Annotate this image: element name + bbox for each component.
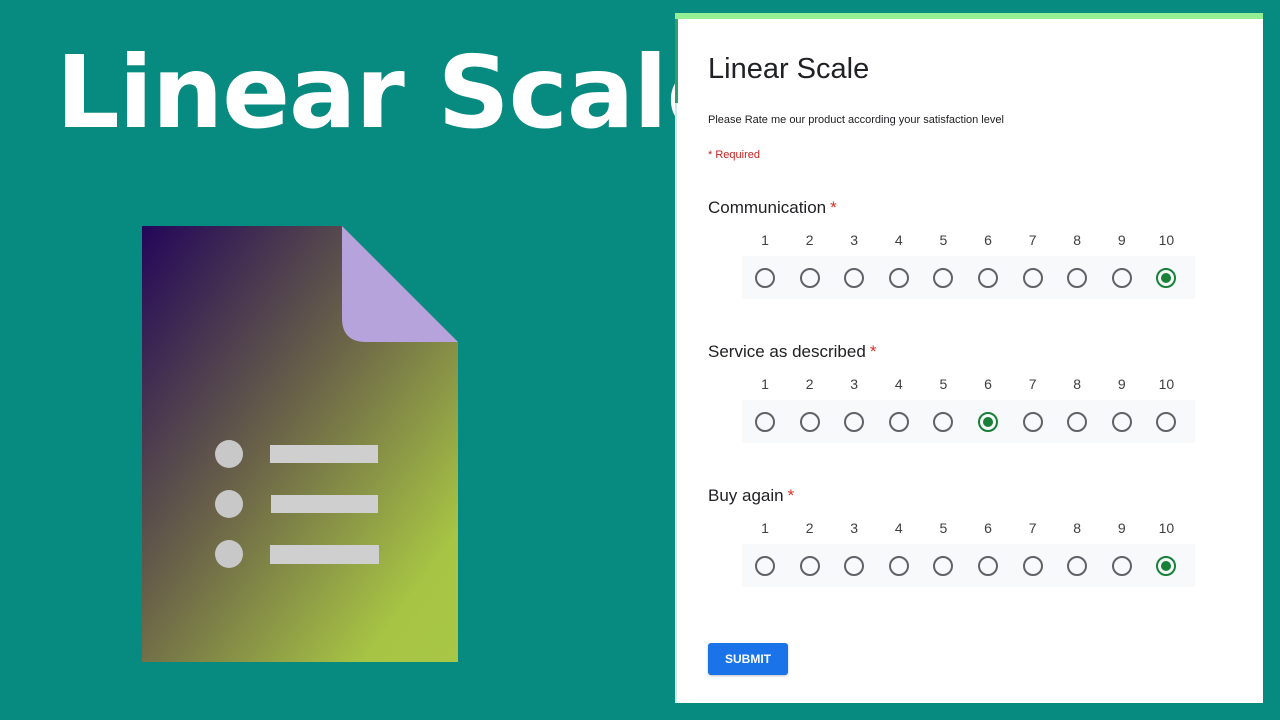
scale-label-3: 3 <box>850 376 859 392</box>
header-focus-bar <box>675 19 678 103</box>
scale-label-4: 4 <box>894 520 903 536</box>
scale-label-6: 6 <box>984 376 992 392</box>
radio-option-7[interactable] <box>1022 412 1043 432</box>
radio-option-6[interactable] <box>978 412 998 432</box>
google-forms-icon <box>142 226 458 662</box>
linear-scale-radio-group <box>742 544 1195 587</box>
scale-label-9: 9 <box>1117 520 1126 536</box>
form-title: Linear Scale <box>708 53 870 85</box>
scale-label-7: 7 <box>1028 520 1037 536</box>
radio-option-6[interactable] <box>978 556 998 576</box>
question-service-as-described: Service as described * 1 2 3 4 5 6 7 8 9 10 <box>708 342 1228 462</box>
scale-label-5: 5 <box>939 232 948 248</box>
scale-numbers: 1 2 3 4 5 6 7 8 9 10 <box>742 376 1195 396</box>
scale-label-1: 1 <box>761 376 769 392</box>
scale-label-1: 1 <box>761 520 769 536</box>
question-buy-again: Buy again * 1 2 3 4 5 6 7 8 9 10 <box>708 486 1228 606</box>
banner-title: Linear Scale <box>56 34 735 151</box>
radio-option-8[interactable] <box>1067 556 1088 576</box>
question-label: Service as described * <box>708 342 877 361</box>
radio-option-3[interactable] <box>844 268 865 288</box>
scale-label-9: 9 <box>1117 376 1126 392</box>
linear-scale-radio-group <box>742 400 1195 443</box>
radio-option-4[interactable] <box>888 556 909 576</box>
radio-option-8[interactable] <box>1067 268 1088 288</box>
radio-option-4[interactable] <box>888 412 909 432</box>
scale-label-2: 2 <box>805 376 814 392</box>
list-line-icon <box>271 495 378 513</box>
scale-label-3: 3 <box>850 232 859 248</box>
scale-label-9: 9 <box>1117 232 1126 248</box>
list-bullet-icon <box>215 540 243 568</box>
radio-option-10[interactable] <box>1156 268 1177 288</box>
scale-label-10: 10 <box>1158 232 1175 248</box>
scale-label-8: 8 <box>1073 520 1082 536</box>
document-fold <box>342 226 458 342</box>
document-body <box>142 226 458 662</box>
scale-label-7: 7 <box>1028 232 1037 248</box>
scale-label-4: 4 <box>894 376 903 392</box>
scale-label-10: 10 <box>1158 376 1175 392</box>
scale-label-2: 2 <box>805 232 814 248</box>
required-note: * Required <box>708 149 760 161</box>
scale-label-5: 5 <box>939 520 948 536</box>
radio-option-5[interactable] <box>933 412 954 432</box>
required-star: * <box>830 198 837 217</box>
radio-option-1[interactable] <box>755 268 775 288</box>
scale-label-6: 6 <box>984 520 992 536</box>
form-description: Please Rate me our product according you… <box>708 114 1004 126</box>
radio-option-2[interactable] <box>799 412 820 432</box>
scale-label-8: 8 <box>1073 376 1082 392</box>
question-label: Buy again * <box>708 486 795 505</box>
radio-option-9[interactable] <box>1111 412 1132 432</box>
radio-option-6[interactable] <box>978 268 998 288</box>
list-line-icon <box>270 445 378 463</box>
scale-label-8: 8 <box>1073 232 1082 248</box>
required-star: * <box>869 342 877 361</box>
card-edge <box>675 103 677 703</box>
submit-button[interactable]: SUBMIT <box>708 643 788 675</box>
scale-label-3: 3 <box>850 520 859 536</box>
radio-option-8[interactable] <box>1067 412 1088 432</box>
radio-option-1[interactable] <box>755 412 775 432</box>
scale-label-6: 6 <box>984 232 992 248</box>
scale-label-2: 2 <box>805 520 814 536</box>
radio-option-2[interactable] <box>799 556 820 576</box>
radio-option-10[interactable] <box>1156 412 1177 432</box>
scale-label-4: 4 <box>894 232 903 248</box>
form-accent-bar <box>675 13 1263 19</box>
radio-option-4[interactable] <box>888 268 909 288</box>
radio-option-1[interactable] <box>755 556 775 576</box>
radio-option-7[interactable] <box>1022 556 1043 576</box>
list-line-icon <box>270 545 379 564</box>
radio-option-9[interactable] <box>1111 556 1132 576</box>
question-label: Communication * <box>708 198 837 217</box>
linear-scale-radio-group <box>742 256 1195 299</box>
radio-option-10[interactable] <box>1156 556 1177 576</box>
form-card: Linear Scale Please Rate me our product … <box>675 13 1263 703</box>
scale-label-5: 5 <box>939 376 948 392</box>
scale-numbers: 1 2 3 4 5 6 7 8 9 10 <box>742 520 1195 540</box>
scale-label-10: 10 <box>1158 520 1175 536</box>
required-star: * <box>787 486 795 505</box>
scale-label-7: 7 <box>1028 376 1037 392</box>
scale-numbers: 1 2 3 4 5 6 7 8 9 10 <box>742 232 1195 252</box>
radio-option-2[interactable] <box>799 268 820 288</box>
list-bullet-icon <box>215 440 243 468</box>
radio-option-5[interactable] <box>933 268 954 288</box>
radio-option-5[interactable] <box>933 556 954 576</box>
radio-option-9[interactable] <box>1111 268 1132 288</box>
radio-option-7[interactable] <box>1022 268 1043 288</box>
radio-option-3[interactable] <box>844 412 865 432</box>
radio-option-3[interactable] <box>844 556 865 576</box>
question-communication: Communication * 1 2 3 4 5 6 7 8 9 10 <box>708 198 1228 318</box>
list-bullet-icon <box>215 490 243 518</box>
scale-label-1: 1 <box>761 232 769 248</box>
